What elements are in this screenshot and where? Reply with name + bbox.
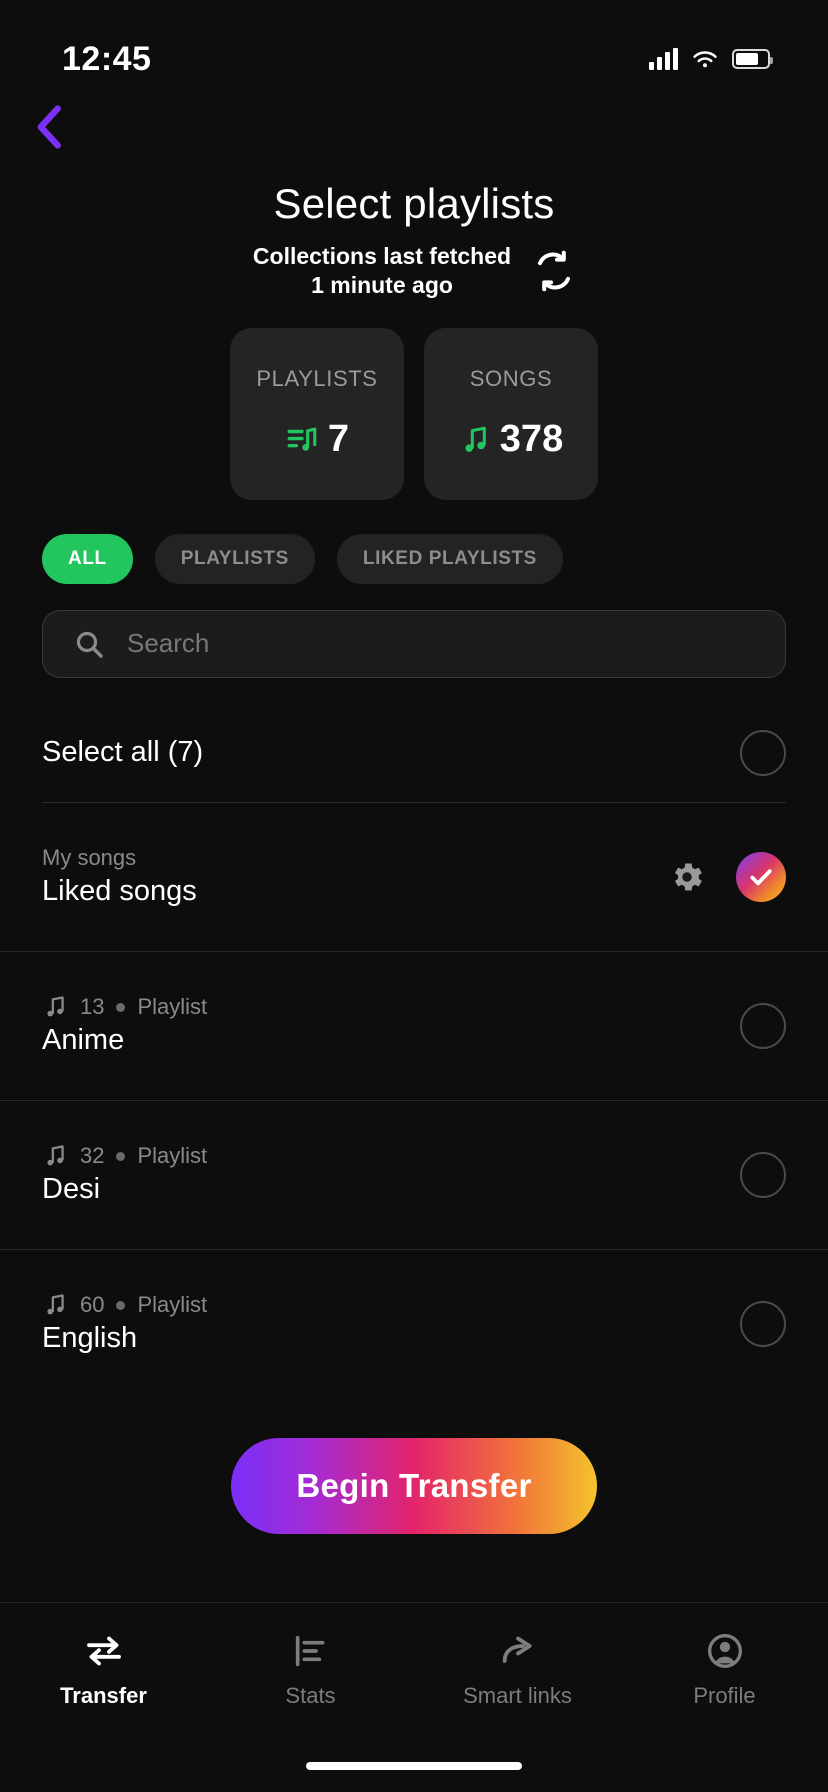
back-button[interactable] [18, 95, 82, 159]
playlist-info: 13 Playlist Anime [42, 994, 207, 1057]
fetch-status-line2: 1 minute ago [311, 272, 453, 299]
playlist-meta: 32 Playlist [42, 1143, 207, 1169]
playlist-title: Anime [42, 1024, 125, 1057]
playlist-row-english[interactable]: 60 Playlist English [0, 1250, 828, 1398]
playlist-music-icon [287, 427, 317, 451]
refresh-sync-icon [538, 250, 571, 292]
playlist-info: 32 Playlist Desi [42, 1143, 207, 1206]
navigation-bar [0, 92, 828, 162]
cellular-signal-icon [649, 48, 678, 70]
search-section [0, 584, 828, 678]
playlist-meta: 60 Playlist [42, 1292, 207, 1318]
status-icons [649, 48, 773, 70]
select-all-row[interactable]: Select all (7) [0, 704, 828, 802]
battery-icon [732, 49, 773, 69]
playlist-radio[interactable] [740, 1151, 786, 1198]
search-icon [76, 631, 103, 658]
status-bar: 12:45 [0, 0, 828, 92]
tab-label: Transfer [60, 1683, 147, 1708]
playlist-song-count: 60 [80, 1292, 105, 1318]
playlist-song-count: 32 [80, 1143, 105, 1169]
select-all-label: Select all (7) [42, 736, 204, 769]
bottom-tab-bar: Transfer Stats Smart links Profile [0, 1602, 828, 1792]
tab-label: Smart links [463, 1683, 572, 1708]
stat-card-playlists: PLAYLISTS 7 [230, 327, 404, 500]
check-icon [750, 869, 772, 886]
stat-value-row: 7 [285, 418, 349, 461]
music-note-icon [465, 426, 486, 452]
page-title: Select playlists [273, 180, 555, 227]
tab-label: Profile [693, 1683, 756, 1708]
fetch-status-text: Collections last fetched 1 minute ago [253, 242, 511, 300]
tab-transfer[interactable]: Transfer [0, 1631, 207, 1709]
refresh-button[interactable] [533, 250, 575, 292]
fetch-status-line1: Collections last fetched [252, 243, 512, 270]
music-note-icon [47, 996, 64, 1017]
playlist-title: Desi [42, 1173, 101, 1206]
playlist-type: Playlist [137, 1292, 208, 1318]
music-note-icon [47, 1145, 64, 1166]
liked-songs-row[interactable]: My songs Liked songs [0, 803, 828, 951]
tab-profile[interactable]: Profile [621, 1631, 828, 1709]
home-indicator [306, 1762, 522, 1770]
playlist-row-anime[interactable]: 13 Playlist Anime [0, 952, 828, 1100]
transfer-arrows-icon [86, 1636, 121, 1666]
header: Select playlists Collections last fetche… [0, 180, 828, 300]
status-time: 12:45 [62, 39, 152, 78]
separator-dot-icon [116, 1300, 126, 1310]
cta-container: Begin Transfer [0, 1438, 828, 1534]
playlist-type: Playlist [137, 994, 208, 1020]
stat-card-songs: SONGS 378 [424, 327, 598, 500]
search-box[interactable] [42, 609, 786, 678]
gear-icon [674, 863, 702, 891]
filter-chip-all[interactable]: ALL [42, 533, 133, 584]
fetch-status: Collections last fetched 1 minute ago [0, 242, 828, 300]
filter-chip-liked-playlists[interactable]: LIKED PLAYLISTS [336, 533, 563, 584]
liked-songs-settings-button[interactable] [668, 858, 706, 896]
playlist-list: Select all (7) My songs Liked songs 13 P… [0, 704, 828, 1398]
tab-label: Stats [285, 1683, 336, 1708]
tab-stats[interactable]: Stats [207, 1631, 414, 1709]
stats-cards: PLAYLISTS 7 SONGS 378 [0, 327, 828, 500]
liked-songs-actions [668, 851, 786, 902]
stat-value-row: 378 [459, 418, 563, 461]
playlist-title: English [42, 1322, 138, 1355]
search-input[interactable] [127, 628, 755, 660]
filter-chips: ALL PLAYLISTS LIKED PLAYLISTS [0, 533, 828, 584]
tab-smart-links[interactable]: Smart links [414, 1631, 621, 1709]
app-screen: 12:45 Select playlists Collections last … [0, 0, 828, 1792]
playlist-radio[interactable] [740, 1002, 786, 1049]
wifi-icon [693, 50, 717, 67]
playlist-info: 60 Playlist English [42, 1292, 207, 1355]
playlist-row-desi[interactable]: 32 Playlist Desi [0, 1101, 828, 1249]
liked-songs-selected-check[interactable] [736, 851, 786, 902]
music-note-icon [47, 1294, 64, 1315]
person-icon [707, 1634, 742, 1668]
begin-transfer-button[interactable]: Begin Transfer [231, 1438, 597, 1534]
liked-songs-info: My songs Liked songs [42, 845, 197, 908]
liked-songs-title: Liked songs [42, 875, 197, 908]
chevron-left-icon [37, 105, 61, 149]
bar-chart-icon [295, 1635, 324, 1667]
liked-songs-category: My songs [42, 845, 137, 871]
playlist-song-count: 13 [80, 994, 105, 1020]
stat-value: 378 [499, 418, 564, 461]
playlist-type: Playlist [137, 1143, 208, 1169]
stat-value: 7 [327, 418, 350, 461]
playlist-meta: 13 Playlist [42, 994, 207, 1020]
stat-label: SONGS [469, 366, 553, 392]
playlist-radio[interactable] [740, 1300, 786, 1347]
share-arrow-icon [502, 1636, 532, 1663]
separator-dot-icon [116, 1151, 126, 1161]
filter-chip-playlists[interactable]: PLAYLISTS [154, 533, 315, 584]
separator-dot-icon [116, 1002, 126, 1012]
stat-label: PLAYLISTS [256, 366, 378, 392]
select-all-radio[interactable] [740, 729, 786, 776]
